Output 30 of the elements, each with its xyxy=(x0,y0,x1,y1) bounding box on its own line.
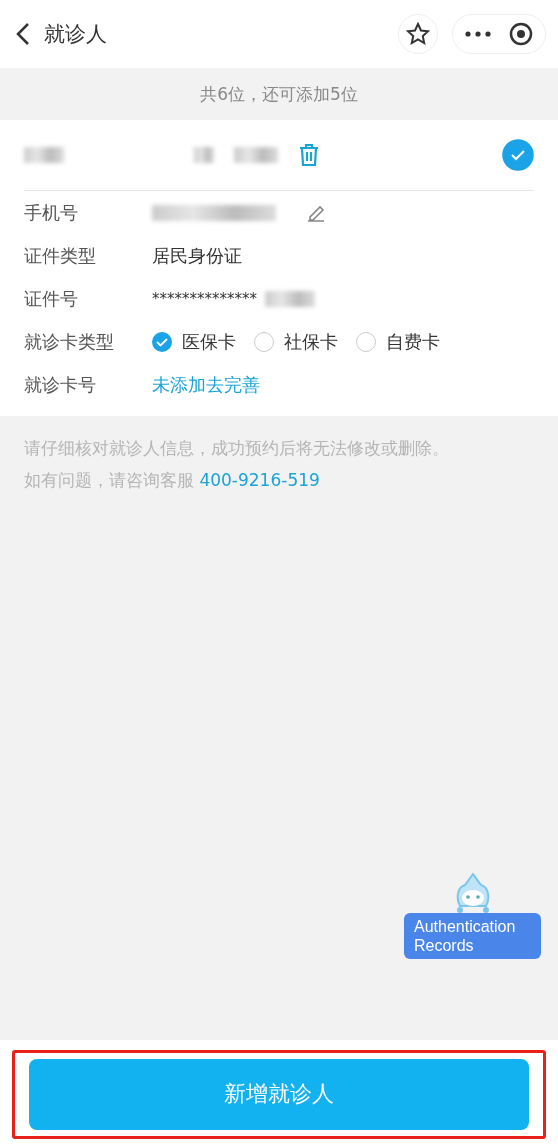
add-patient-button[interactable]: 新增就诊人 xyxy=(29,1058,529,1130)
blurred-text xyxy=(234,147,278,163)
field-label: 证件号 xyxy=(24,286,79,311)
radio-label[interactable]: 社保卡 xyxy=(284,329,338,354)
radio-label[interactable]: 自费卡 xyxy=(386,329,440,354)
blurred-text xyxy=(24,147,64,163)
more-icon[interactable] xyxy=(465,31,491,37)
field-label: 手机号 xyxy=(24,200,79,225)
notice-text: 如有问题，请咨询客服 xyxy=(24,470,194,490)
records-badge[interactable]: Authentication Records xyxy=(404,913,541,959)
edit-icon[interactable] xyxy=(306,203,326,222)
field-label: 证件类型 xyxy=(24,243,97,268)
field-value: 居民身份证 xyxy=(152,243,242,268)
back-icon[interactable] xyxy=(16,22,30,46)
field-label: 就诊卡类型 xyxy=(24,329,115,354)
blurred-text xyxy=(265,290,315,307)
page-title: 就诊人 xyxy=(44,21,108,48)
notice-text: 请仔细核对就诊人信息，成功预约后将无法修改或删除。 xyxy=(24,437,450,460)
check-icon xyxy=(156,336,168,347)
star-icon xyxy=(406,22,430,46)
radio-label[interactable]: 医保卡 xyxy=(182,329,236,354)
summary-text: 共6位，还可添加5位 xyxy=(199,82,359,106)
field-value: ************** xyxy=(152,289,257,308)
check-icon[interactable] xyxy=(502,139,534,171)
add-card-link[interactable]: 未添加去完善 xyxy=(152,372,260,397)
phone-link[interactable]: 400-9216-519 xyxy=(199,470,320,490)
delete-icon[interactable] xyxy=(298,143,320,167)
field-label: 就诊卡号 xyxy=(24,372,97,397)
blurred-text xyxy=(194,147,214,163)
radio-button[interactable] xyxy=(152,331,172,352)
